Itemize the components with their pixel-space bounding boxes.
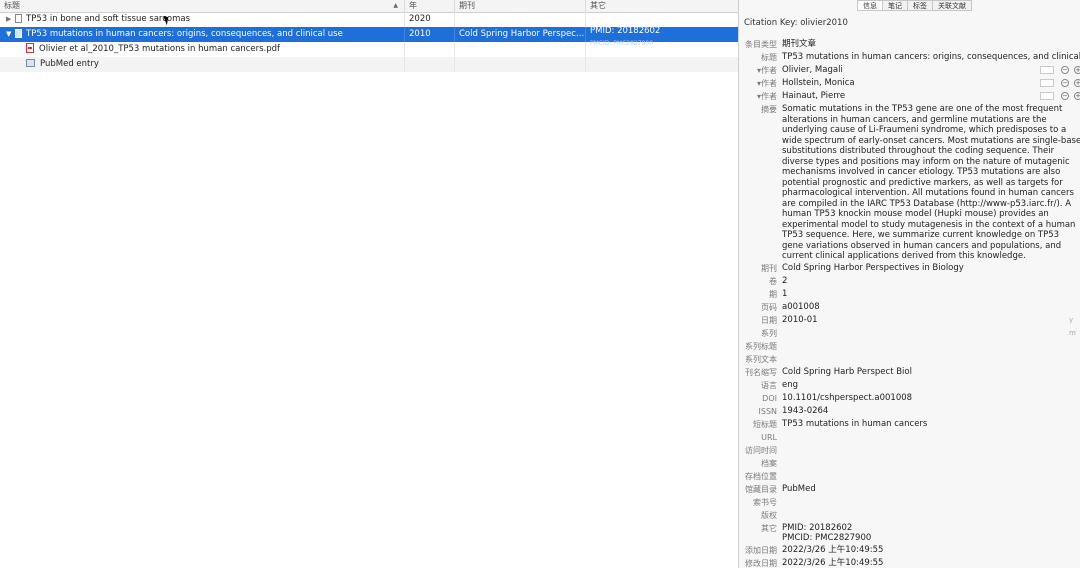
document-icon xyxy=(15,14,22,23)
add-author-button[interactable]: + xyxy=(1074,92,1080,100)
remove-author-button[interactable]: − xyxy=(1061,79,1069,87)
column-journal[interactable]: 期刊 xyxy=(455,0,586,12)
webpage-snapshot-icon xyxy=(26,59,35,67)
column-title-label: 标题 xyxy=(4,1,20,10)
name-switch-button[interactable] xyxy=(1040,66,1054,74)
field-publication: 期刊 Cold Spring Harbor Perspectives in Bi… xyxy=(761,262,964,273)
add-author-button[interactable]: + xyxy=(1074,79,1080,87)
column-year[interactable]: 年 xyxy=(405,0,455,12)
field-series-text: 系列文本 xyxy=(745,354,777,364)
table-row-selected[interactable]: ▼ TP53 mutations in human cancers: origin… xyxy=(0,27,738,47)
row-journal xyxy=(455,12,586,27)
citation-key: Citation Key: olivier2010 xyxy=(744,18,848,28)
field-pages: 页码 a001008 xyxy=(761,301,820,312)
field-list: 条目类型 期刊文章 标题 TP53 mutations in human can… xyxy=(739,38,1080,568)
row-title: Olivier et al_2010_TP53 mutations in hum… xyxy=(39,44,281,54)
name-switch-button[interactable] xyxy=(1040,79,1054,87)
item-tabs: 信息 笔记 标签 关联文献 xyxy=(857,0,972,11)
field-accessed: 访问时间 xyxy=(745,445,777,455)
column-other[interactable]: 其它 xyxy=(586,0,738,12)
field-abstract: 摘要 Somatic mutations in the TP53 gene ar… xyxy=(761,104,1080,261)
field-series-title: 系列标题 xyxy=(745,341,777,351)
field-item-type: 条目类型 期刊文章 xyxy=(745,39,817,49)
add-author-button[interactable]: + xyxy=(1074,66,1080,74)
row-title: PubMed entry xyxy=(40,59,99,69)
table-row[interactable]: ▶ TP53 in bone and soft tissue sarcomas 2… xyxy=(0,12,738,27)
disclosure-down-icon[interactable]: ▼ xyxy=(6,27,15,42)
remove-author-button[interactable]: − xyxy=(1061,66,1069,74)
tab-tags[interactable]: 标签 xyxy=(908,0,933,11)
disclosure-right-icon[interactable]: ▶ xyxy=(6,12,15,27)
item-pane: 信息 笔记 标签 关联文献 Citation Key: olivier2010 … xyxy=(739,0,1080,568)
field-date-added: 添加日期 2022/3/26 上午10:49:55 xyxy=(745,544,884,555)
items-pane: 标题 ▲ 年 期刊 其它 ▶ TP53 in bone and soft tiss… xyxy=(0,0,738,568)
field-issn: ISSN 1943-0264 xyxy=(758,405,829,416)
field-title: 标题 TP53 mutations in human cancers: orig… xyxy=(761,52,1080,62)
field-author: ▾作者 Hainaut, Pierre − + xyxy=(756,91,1080,101)
row-journal xyxy=(455,42,586,57)
tab-related[interactable]: 关联文献 xyxy=(933,0,972,11)
row-other-pmid: PMID: 20182602 xyxy=(590,27,661,36)
column-title[interactable]: 标题 ▲ xyxy=(0,0,405,12)
row-other xyxy=(586,57,738,72)
tab-notes[interactable]: 笔记 xyxy=(883,0,908,11)
field-url: URL xyxy=(761,432,777,442)
name-switch-button[interactable] xyxy=(1040,92,1054,100)
field-library-catalog: 馆藏目录 PubMed xyxy=(745,483,816,494)
row-title: TP53 mutations in human cancers: origins… xyxy=(26,29,343,39)
row-journal xyxy=(455,57,586,72)
table-row-attachment[interactable]: PubMed entry xyxy=(0,57,738,72)
citation-key-value[interactable]: olivier2010 xyxy=(800,18,848,28)
tab-info[interactable]: 信息 xyxy=(857,0,883,11)
field-archive: 档案 xyxy=(761,458,777,468)
field-archive-location: 存档位置 xyxy=(745,471,777,481)
table-row-attachment[interactable]: Olivier et al_2010_TP53 mutations in hum… xyxy=(0,42,738,57)
row-other xyxy=(586,12,738,27)
field-rights: 版权 xyxy=(761,510,777,520)
field-language: 语言 eng xyxy=(761,379,799,390)
field-extra: 其它 PMID: 20182602 PMCID: PMC2827900 xyxy=(761,522,872,544)
document-icon xyxy=(15,29,22,38)
remove-author-button[interactable]: − xyxy=(1061,92,1069,100)
pdf-icon xyxy=(26,43,34,53)
field-doi: DOI 10.1101/cshperspect.a001008 xyxy=(762,392,913,403)
field-author: ▾作者 Hollstein, Monica − + xyxy=(756,78,1080,88)
citation-key-label: Citation Key: xyxy=(744,18,798,28)
field-short-title: 短标题 TP53 mutations in human cancers xyxy=(753,418,928,429)
field-call-number: 索书号 xyxy=(753,497,777,507)
row-other xyxy=(586,42,738,57)
row-year xyxy=(405,42,455,57)
field-author: ▾作者 Olivier, Magali − + xyxy=(756,65,1080,75)
field-date-modified: 修改日期 2022/3/26 上午10:49:55 xyxy=(745,557,884,568)
row-year: 2020 xyxy=(405,12,455,27)
field-volume: 卷 2 xyxy=(769,275,788,286)
row-year: 2010 xyxy=(405,27,455,42)
field-journal-abbr: 刊名缩写 Cold Spring Harb Perspect Biol xyxy=(745,366,912,377)
field-series: 系列 xyxy=(761,328,777,338)
field-date: 日期 2010-01 y m xyxy=(739,314,1080,337)
row-year xyxy=(405,57,455,72)
sort-ascending-icon: ▲ xyxy=(393,2,398,9)
row-journal: Cold Spring Harbor Perspecti... xyxy=(455,27,586,42)
field-issue: 期 1 xyxy=(769,288,788,299)
